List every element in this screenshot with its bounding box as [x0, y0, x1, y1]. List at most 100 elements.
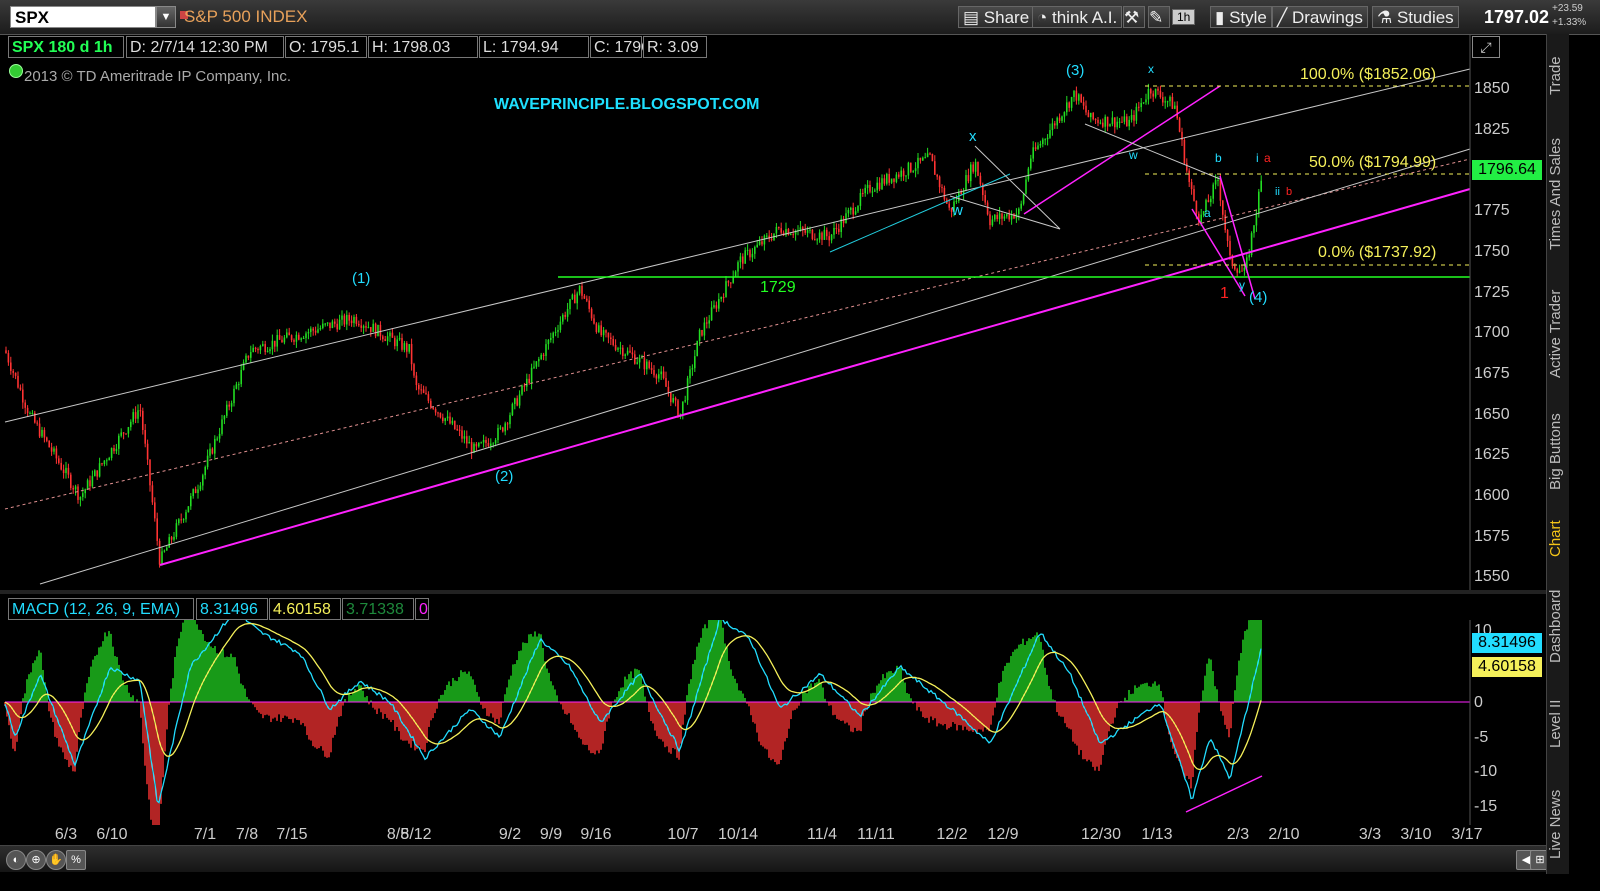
candle-body — [432, 407, 434, 409]
pane-divider[interactable] — [0, 590, 1546, 594]
macd-histogram-bar — [772, 702, 774, 760]
style-button[interactable]: ▮ Style — [1210, 6, 1272, 28]
macd-histogram-bar — [238, 673, 240, 702]
tools-icon[interactable]: ⚒ — [1123, 6, 1145, 28]
candle-body — [1140, 103, 1142, 108]
interval-button[interactable]: 1h — [1172, 9, 1196, 25]
macd-histogram-bar — [200, 630, 202, 702]
side-tab-dashboard[interactable]: Dashboard — [1547, 578, 1569, 674]
macd-histogram-bar — [714, 620, 716, 702]
macd-histogram-bar — [362, 690, 364, 702]
time-axis-tick: 8/12 — [400, 826, 432, 843]
macd-histogram-bar — [1222, 702, 1224, 716]
candle-body — [989, 214, 991, 226]
candle-body — [924, 157, 926, 159]
candle-body — [1025, 179, 1027, 194]
candle-body — [65, 467, 67, 474]
share-button[interactable]: ▤ Share — [958, 6, 1035, 28]
zoom-in-icon[interactable]: ⊕ — [26, 850, 46, 870]
macd-histogram-bar — [1102, 702, 1104, 755]
macd-study-label[interactable]: MACD (12, 26, 9, EMA) — [8, 598, 194, 620]
studies-button[interactable]: ⚗ Studies — [1372, 6, 1459, 28]
candle-body — [420, 389, 422, 391]
macd-histogram-bar — [978, 702, 980, 730]
side-tab-live-news[interactable]: Live News — [1547, 774, 1569, 874]
drawing-tool-icon[interactable]: ◐ — [6, 850, 26, 870]
macd-histogram-bar — [770, 702, 772, 761]
candle-body — [857, 205, 859, 212]
candle-body — [619, 347, 622, 349]
candle-body — [1241, 270, 1243, 272]
macd-histogram-bar — [1114, 702, 1116, 718]
macd-histogram-bar — [740, 690, 742, 702]
macd-histogram-bar — [798, 702, 800, 706]
candle-body — [151, 485, 154, 503]
macd-histogram-bar — [1194, 702, 1196, 750]
candle-body — [209, 448, 211, 456]
macd-histogram-bar — [180, 631, 182, 702]
candle-body — [823, 229, 826, 240]
macd-chart[interactable] — [0, 620, 1546, 825]
macd-histogram-bar — [132, 695, 134, 702]
macd-histogram-bar — [440, 694, 442, 702]
candle-body — [538, 359, 540, 362]
candle-body — [506, 423, 509, 425]
wave-3-label: (3) — [1066, 62, 1085, 79]
side-tab-active-trader[interactable]: Active Trader — [1547, 274, 1569, 394]
macd-histogram-bar — [702, 628, 704, 702]
candle-body — [818, 232, 821, 240]
time-axis-tick: 9/9 — [539, 826, 563, 843]
candle-body — [734, 271, 737, 277]
candle-body — [1085, 105, 1087, 113]
symbol-dropdown-icon[interactable]: ▼ — [156, 6, 176, 28]
macd-histogram-bar — [1006, 662, 1008, 702]
macd-histogram-bar — [508, 679, 510, 702]
macd-histogram-bar — [1260, 620, 1262, 702]
percent-icon[interactable]: % — [66, 850, 86, 870]
time-axis-tick: 10/7 — [667, 826, 699, 843]
symbol-input[interactable]: SPX — [10, 6, 156, 28]
think-ai-button[interactable]: ◔ think A.I. — [1032, 6, 1123, 28]
side-tab-level-ii[interactable]: Level II — [1547, 682, 1569, 766]
price-chart[interactable] — [0, 34, 1546, 590]
candle-body — [50, 447, 53, 452]
macd-histogram-bar — [454, 680, 456, 702]
macd-histogram-bar — [290, 702, 292, 720]
settings-icon[interactable]: ✎ — [1148, 6, 1170, 28]
macd-histogram-bar — [686, 695, 688, 702]
wave-ii-label: ii — [1275, 186, 1280, 198]
macd-histogram-bar — [578, 702, 580, 738]
side-tab-big-buttons[interactable]: Big Buttons — [1547, 402, 1569, 502]
pan-icon[interactable]: ✋ — [46, 850, 66, 870]
candle-body — [1234, 266, 1236, 270]
side-tab-chart[interactable]: Chart — [1547, 508, 1569, 570]
drawings-button[interactable]: ╱ Drawings — [1272, 6, 1368, 28]
macd-histogram-bar — [750, 702, 752, 716]
candle-body — [410, 343, 413, 365]
macd-histogram-bar — [1236, 675, 1238, 702]
candle-body — [122, 432, 125, 434]
macd-histogram-bar — [554, 689, 556, 702]
macd-histogram-bar — [818, 678, 820, 702]
side-tab-trade[interactable]: Trade — [1547, 36, 1569, 116]
macd-histogram-bar — [188, 620, 190, 702]
macd-histogram-bar — [570, 702, 572, 724]
macd-histogram-bar — [572, 702, 574, 725]
net-change: +23.59 — [1552, 3, 1583, 14]
candle-body — [1121, 121, 1123, 123]
candle-body — [814, 239, 816, 241]
macd-histogram-bar — [90, 666, 92, 702]
macd-histogram-bar — [620, 687, 622, 702]
side-tab-times-and-sales[interactable]: Times And Sales — [1547, 124, 1569, 264]
macd-histogram-bar — [1230, 702, 1232, 729]
time-axis-tick: 12/30 — [1080, 826, 1122, 843]
macd-histogram-bar — [596, 702, 598, 751]
candle-body — [497, 428, 499, 441]
macd-histogram-bar — [1158, 684, 1160, 702]
candle-body — [480, 442, 482, 444]
candle-body — [1051, 123, 1054, 131]
wedge-line-upper — [1023, 85, 1221, 215]
candle-body — [696, 340, 698, 357]
candle-body — [276, 335, 278, 347]
macd-histogram-bar — [284, 702, 286, 716]
